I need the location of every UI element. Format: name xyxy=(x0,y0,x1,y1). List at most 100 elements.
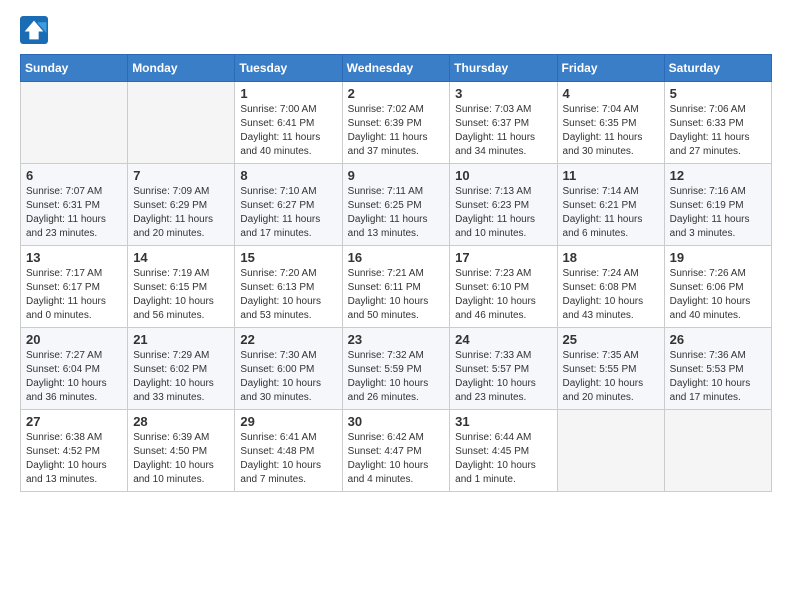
calendar-page: SundayMondayTuesdayWednesdayThursdayFrid… xyxy=(0,0,792,512)
day-number: 8 xyxy=(240,168,336,183)
calendar-cell: 2Sunrise: 7:02 AM Sunset: 6:39 PM Daylig… xyxy=(342,82,450,164)
calendar-cell: 29 Sunrise: 6:41 AM Sunset: 4:48 PM Dayli… xyxy=(235,410,342,492)
calendar-cell: 6Sunrise: 7:07 AM Sunset: 6:31 PM Daylig… xyxy=(21,164,128,246)
calendar-cell: 17Sunrise: 7:23 AM Sunset: 6:10 PM Dayli… xyxy=(450,246,557,328)
calendar-cell: 27 Sunrise: 6:38 AM Sunset: 4:52 PM Dayli… xyxy=(21,410,128,492)
calendar-cell: 21 Sunrise: 7:29 AM Sunset: 6:02 PM Dayli… xyxy=(128,328,235,410)
day-info: Sunrise: 7:06 AM Sunset: 6:33 PM Dayligh… xyxy=(670,103,766,159)
logo xyxy=(20,16,52,44)
day-info: Sunrise: 6:39 AM Sunset: 4:50 PM Dayligh… xyxy=(133,431,229,487)
calendar-cell xyxy=(21,82,128,164)
calendar-cell: 18Sunrise: 7:24 AM Sunset: 6:08 PM Dayli… xyxy=(557,246,664,328)
calendar-cell: 14 Sunrise: 7:19 AM Sunset: 6:15 PM Dayli… xyxy=(128,246,235,328)
day-number: 23 xyxy=(348,332,445,347)
day-info: Sunrise: 7:19 AM Sunset: 6:15 PM Dayligh… xyxy=(133,267,229,323)
calendar-cell: 26 Sunrise: 7:36 AM Sunset: 5:53 PM Dayli… xyxy=(664,328,771,410)
day-info: Sunrise: 7:35 AM Sunset: 5:55 PM Dayligh… xyxy=(563,349,659,405)
calendar-cell: 24 Sunrise: 7:33 AM Sunset: 5:57 PM Dayli… xyxy=(450,328,557,410)
day-number: 12 xyxy=(670,168,766,183)
day-info: Sunrise: 6:42 AM Sunset: 4:47 PM Dayligh… xyxy=(348,431,445,487)
calendar-table: SundayMondayTuesdayWednesdayThursdayFrid… xyxy=(20,54,772,492)
day-number: 10 xyxy=(455,168,551,183)
day-info: Sunrise: 7:30 AM Sunset: 6:00 PM Dayligh… xyxy=(240,349,336,405)
day-number: 5 xyxy=(670,86,766,101)
day-info: Sunrise: 7:16 AM Sunset: 6:19 PM Dayligh… xyxy=(670,185,766,241)
weekday-header-sunday: Sunday xyxy=(21,55,128,82)
day-number: 3 xyxy=(455,86,551,101)
calendar-cell xyxy=(128,82,235,164)
day-number: 6 xyxy=(26,168,122,183)
calendar-cell: 13 Sunrise: 7:17 AM Sunset: 6:17 PM Dayli… xyxy=(21,246,128,328)
week-row-1: 1 Sunrise: 7:00 AM Sunset: 6:41 PM Daylig… xyxy=(21,82,772,164)
weekday-header-row: SundayMondayTuesdayWednesdayThursdayFrid… xyxy=(21,55,772,82)
calendar-cell: 11Sunrise: 7:14 AM Sunset: 6:21 PM Dayli… xyxy=(557,164,664,246)
day-info: Sunrise: 6:38 AM Sunset: 4:52 PM Dayligh… xyxy=(26,431,122,487)
day-info: Sunrise: 7:21 AM Sunset: 6:11 PM Dayligh… xyxy=(348,267,445,323)
weekday-header-wednesday: Wednesday xyxy=(342,55,450,82)
day-number: 28 xyxy=(133,414,229,429)
calendar-cell: 4 Sunrise: 7:04 AM Sunset: 6:35 PM Daylig… xyxy=(557,82,664,164)
weekday-header-monday: Monday xyxy=(128,55,235,82)
day-number: 7 xyxy=(133,168,229,183)
day-info: Sunrise: 7:03 AM Sunset: 6:37 PM Dayligh… xyxy=(455,103,551,159)
calendar-cell: 9Sunrise: 7:11 AM Sunset: 6:25 PM Daylig… xyxy=(342,164,450,246)
calendar-cell: 31 Sunrise: 6:44 AM Sunset: 4:45 PM Dayli… xyxy=(450,410,557,492)
day-number: 15 xyxy=(240,250,336,265)
day-number: 19 xyxy=(670,250,766,265)
header xyxy=(20,16,772,44)
weekday-header-thursday: Thursday xyxy=(450,55,557,82)
day-number: 31 xyxy=(455,414,551,429)
day-info: Sunrise: 7:32 AM Sunset: 5:59 PM Dayligh… xyxy=(348,349,445,405)
day-info: Sunrise: 6:41 AM Sunset: 4:48 PM Dayligh… xyxy=(240,431,336,487)
day-number: 25 xyxy=(563,332,659,347)
day-number: 11 xyxy=(563,168,659,183)
day-number: 18 xyxy=(563,250,659,265)
day-info: Sunrise: 7:29 AM Sunset: 6:02 PM Dayligh… xyxy=(133,349,229,405)
weekday-header-friday: Friday xyxy=(557,55,664,82)
day-info: Sunrise: 6:44 AM Sunset: 4:45 PM Dayligh… xyxy=(455,431,551,487)
calendar-cell: 1 Sunrise: 7:00 AM Sunset: 6:41 PM Daylig… xyxy=(235,82,342,164)
calendar-cell: 3 Sunrise: 7:03 AM Sunset: 6:37 PM Daylig… xyxy=(450,82,557,164)
weekday-header-tuesday: Tuesday xyxy=(235,55,342,82)
calendar-cell: 5 Sunrise: 7:06 AM Sunset: 6:33 PM Daylig… xyxy=(664,82,771,164)
calendar-cell: 30Sunrise: 6:42 AM Sunset: 4:47 PM Dayli… xyxy=(342,410,450,492)
calendar-cell: 12 Sunrise: 7:16 AM Sunset: 6:19 PM Dayli… xyxy=(664,164,771,246)
calendar-cell: 28 Sunrise: 6:39 AM Sunset: 4:50 PM Dayli… xyxy=(128,410,235,492)
logo-icon xyxy=(20,16,48,44)
calendar-cell xyxy=(557,410,664,492)
day-number: 9 xyxy=(348,168,445,183)
day-number: 4 xyxy=(563,86,659,101)
calendar-cell: 10 Sunrise: 7:13 AM Sunset: 6:23 PM Dayli… xyxy=(450,164,557,246)
day-number: 13 xyxy=(26,250,122,265)
calendar-cell: 19 Sunrise: 7:26 AM Sunset: 6:06 PM Dayli… xyxy=(664,246,771,328)
calendar-cell: 8Sunrise: 7:10 AM Sunset: 6:27 PM Daylig… xyxy=(235,164,342,246)
day-info: Sunrise: 7:09 AM Sunset: 6:29 PM Dayligh… xyxy=(133,185,229,241)
day-number: 1 xyxy=(240,86,336,101)
day-number: 21 xyxy=(133,332,229,347)
week-row-2: 6Sunrise: 7:07 AM Sunset: 6:31 PM Daylig… xyxy=(21,164,772,246)
calendar-cell: 15 Sunrise: 7:20 AM Sunset: 6:13 PM Dayli… xyxy=(235,246,342,328)
day-number: 22 xyxy=(240,332,336,347)
calendar-cell: 16Sunrise: 7:21 AM Sunset: 6:11 PM Dayli… xyxy=(342,246,450,328)
calendar-cell: 7 Sunrise: 7:09 AM Sunset: 6:29 PM Daylig… xyxy=(128,164,235,246)
day-number: 29 xyxy=(240,414,336,429)
day-info: Sunrise: 7:33 AM Sunset: 5:57 PM Dayligh… xyxy=(455,349,551,405)
day-number: 26 xyxy=(670,332,766,347)
day-info: Sunrise: 7:26 AM Sunset: 6:06 PM Dayligh… xyxy=(670,267,766,323)
day-info: Sunrise: 7:00 AM Sunset: 6:41 PM Dayligh… xyxy=(240,103,336,159)
week-row-3: 13 Sunrise: 7:17 AM Sunset: 6:17 PM Dayli… xyxy=(21,246,772,328)
day-number: 14 xyxy=(133,250,229,265)
day-info: Sunrise: 7:17 AM Sunset: 6:17 PM Dayligh… xyxy=(26,267,122,323)
calendar-cell xyxy=(664,410,771,492)
day-info: Sunrise: 7:20 AM Sunset: 6:13 PM Dayligh… xyxy=(240,267,336,323)
calendar-cell: 20Sunrise: 7:27 AM Sunset: 6:04 PM Dayli… xyxy=(21,328,128,410)
day-number: 17 xyxy=(455,250,551,265)
day-info: Sunrise: 7:02 AM Sunset: 6:39 PM Dayligh… xyxy=(348,103,445,159)
day-info: Sunrise: 7:13 AM Sunset: 6:23 PM Dayligh… xyxy=(455,185,551,241)
day-info: Sunrise: 7:36 AM Sunset: 5:53 PM Dayligh… xyxy=(670,349,766,405)
calendar-cell: 22 Sunrise: 7:30 AM Sunset: 6:00 PM Dayli… xyxy=(235,328,342,410)
day-info: Sunrise: 7:27 AM Sunset: 6:04 PM Dayligh… xyxy=(26,349,122,405)
day-number: 24 xyxy=(455,332,551,347)
day-info: Sunrise: 7:04 AM Sunset: 6:35 PM Dayligh… xyxy=(563,103,659,159)
day-number: 27 xyxy=(26,414,122,429)
